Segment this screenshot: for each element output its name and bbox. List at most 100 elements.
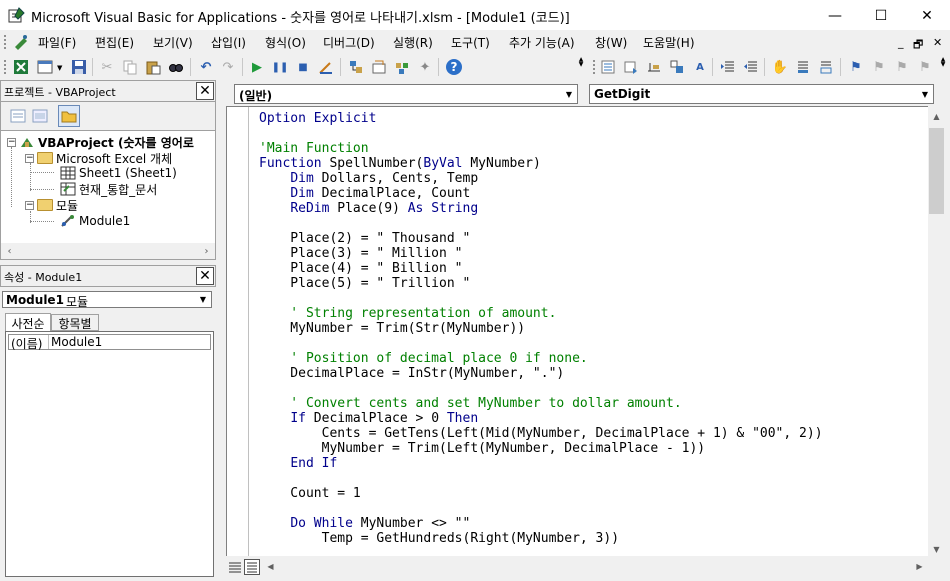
edit-toolbar-grip-handle[interactable] [592,59,596,75]
toolbox-icon[interactable]: ✦ [415,57,435,77]
code-line[interactable]: DecimalPlace = InStr(MyNumber, ".") [259,366,564,381]
code-line[interactable]: Place(4) = " Billion " [259,261,462,276]
collapse-icon[interactable]: − [25,153,34,163]
toggle-folders-icon[interactable] [58,105,80,127]
cut-icon[interactable]: ✂ [97,57,117,77]
dropdown-arrow-icon[interactable]: ▼ [57,64,62,72]
code-line[interactable]: MyNumber = Trim(Str(MyNumber)) [259,321,525,336]
procedure-combo[interactable]: GetDigit ▼ [589,84,934,104]
break-icon[interactable]: ❚❚ [270,57,290,77]
undo-icon[interactable]: ↶ [196,57,216,77]
tree-item-thisworkbook[interactable]: 현재_통합_문서 [60,181,157,197]
property-value[interactable]: Module1 [49,335,102,349]
code-line[interactable]: ReDim Place(9) As String [259,201,478,216]
outdent-icon[interactable] [741,57,761,77]
scroll-down-arrow-icon[interactable]: ▼ [928,541,945,558]
minimize-button[interactable]: — [812,0,858,31]
menu-addins[interactable]: 추가 기능(A) [509,34,575,51]
comment-block-icon[interactable] [793,57,813,77]
code-line[interactable]: ' Position of decimal place 0 if none. [259,351,587,366]
previous-bookmark-icon[interactable]: ⚑ [892,57,912,77]
copy-icon[interactable] [120,57,140,77]
scroll-left-arrow-icon[interactable]: ◀ [262,558,279,575]
project-explorer-icon[interactable] [346,57,366,77]
mdi-close-button[interactable]: ✕ [933,36,942,49]
object-combo[interactable]: (일반) ▼ [234,84,578,104]
menu-tools[interactable]: 도구(T) [451,34,490,51]
edit-toolbar-options-icon[interactable]: ▲ ▼ [939,57,947,77]
code-line[interactable]: Dim Dollars, Cents, Temp [259,171,478,186]
menu-grip-handle[interactable] [3,34,7,50]
code-line[interactable]: Function SpellNumber(ByVal MyNumber) [259,156,541,171]
scroll-left-arrow-icon[interactable]: ‹ [1,243,18,260]
list-properties-icon[interactable] [598,57,618,77]
code-vscrollbar[interactable]: ▲ ▼ [928,106,946,558]
list-constants-icon[interactable] [621,57,641,77]
menu-help[interactable]: 도움말(H) [643,34,695,51]
code-line[interactable]: ' String representation of amount. [259,306,556,321]
tree-item-sheet1[interactable]: Sheet1 (Sheet1) [60,165,177,181]
help-icon[interactable]: ? [444,57,464,77]
code-line[interactable]: Do While MyNumber <> "" [259,516,470,531]
code-line[interactable]: 'Main Function [259,141,369,156]
toggle-bookmark-icon[interactable]: ⚑ [846,57,866,77]
parameter-info-icon[interactable] [667,57,687,77]
view-object-icon[interactable] [31,107,49,125]
margin-indicator-bar[interactable] [227,107,249,556]
quick-info-icon[interactable] [644,57,664,77]
code-line[interactable]: Place(2) = " Thousand " [259,231,470,246]
menu-window[interactable]: 창(W) [595,34,627,51]
scrollbar-thumb[interactable] [929,128,944,214]
properties-icon[interactable] [369,57,389,77]
menu-run[interactable]: 실행(R) [393,34,433,51]
properties-pane-close-button[interactable]: ✕ [196,267,214,285]
menu-view[interactable]: 보기(V) [153,34,193,51]
tree-item-vbaproject[interactable]: − VBAProject (숫자를 영어로 [7,134,194,150]
design-mode-icon[interactable] [316,57,336,77]
complete-word-icon[interactable]: A [690,57,710,77]
toggle-breakpoint-icon[interactable]: ✋ [770,57,790,77]
code-line[interactable]: Temp = GetHundreds(Right(MyNumber, 3)) [259,531,619,546]
code-line[interactable]: Dim DecimalPlace, Count [259,186,470,201]
code-line[interactable]: ' Convert cents and set MyNumber to doll… [259,396,681,411]
object-browser-icon[interactable] [392,57,412,77]
scroll-up-arrow-icon[interactable]: ▲ [928,108,945,125]
close-button[interactable]: ✕ [904,0,950,31]
scroll-right-arrow-icon[interactable]: › [198,243,215,260]
menu-edit[interactable]: 편집(E) [95,34,134,51]
indent-icon[interactable] [718,57,738,77]
tree-item-module1[interactable]: Module1 [60,213,130,229]
project-pane-close-button[interactable]: ✕ [196,82,214,100]
tree-item-excel-objects[interactable]: − Microsoft Excel 개체 [25,150,172,166]
menu-insert[interactable]: 삽입(I) [211,34,246,51]
code-line[interactable]: Cents = GetTens(Left(Mid(MyNumber, Decim… [259,426,823,441]
toolbar-options-icon[interactable]: ▲ ▼ [577,57,585,77]
paste-icon[interactable] [143,57,163,77]
code-line[interactable]: Place(5) = " Trillion " [259,276,470,291]
code-line[interactable]: Option Explicit [259,111,376,126]
uncomment-block-icon[interactable] [816,57,836,77]
code-line[interactable]: If DecimalPlace > 0 Then [259,411,478,426]
tree-item-modules[interactable]: − 모듈 [25,197,78,213]
redo-icon[interactable]: ↷ [218,57,238,77]
view-object-icon[interactable] [35,57,55,77]
toolbar-grip-handle[interactable] [3,59,7,75]
next-bookmark-icon[interactable]: ⚑ [869,57,889,77]
code-line[interactable]: Place(3) = " Million " [259,246,462,261]
scroll-right-arrow-icon[interactable]: ▶ [911,558,928,575]
code-editor[interactable]: Option Explicit 'Main Function Function Sp… [226,106,930,556]
mdi-minimize-button[interactable]: _ [898,36,904,49]
maximize-button[interactable]: ☐ [858,0,904,31]
collapse-icon[interactable]: − [7,137,16,147]
tab-categorized[interactable]: 항목별 [51,314,99,331]
code-line[interactable]: MyNumber = Trim(Left(MyNumber, DecimalPl… [259,441,706,456]
project-tree-hscrollbar[interactable]: ‹ › [1,243,215,259]
menu-format[interactable]: 형식(O) [265,34,306,51]
chevron-down-icon[interactable]: ▼ [561,85,577,103]
full-module-view-icon[interactable] [244,559,260,575]
tab-alphabetic[interactable]: 사전순 [5,313,51,331]
chevron-down-icon[interactable]: ▼ [917,85,933,103]
procedure-view-icon[interactable] [228,560,242,574]
save-icon[interactable] [69,57,89,77]
menu-debug[interactable]: 디버그(D) [323,34,375,51]
